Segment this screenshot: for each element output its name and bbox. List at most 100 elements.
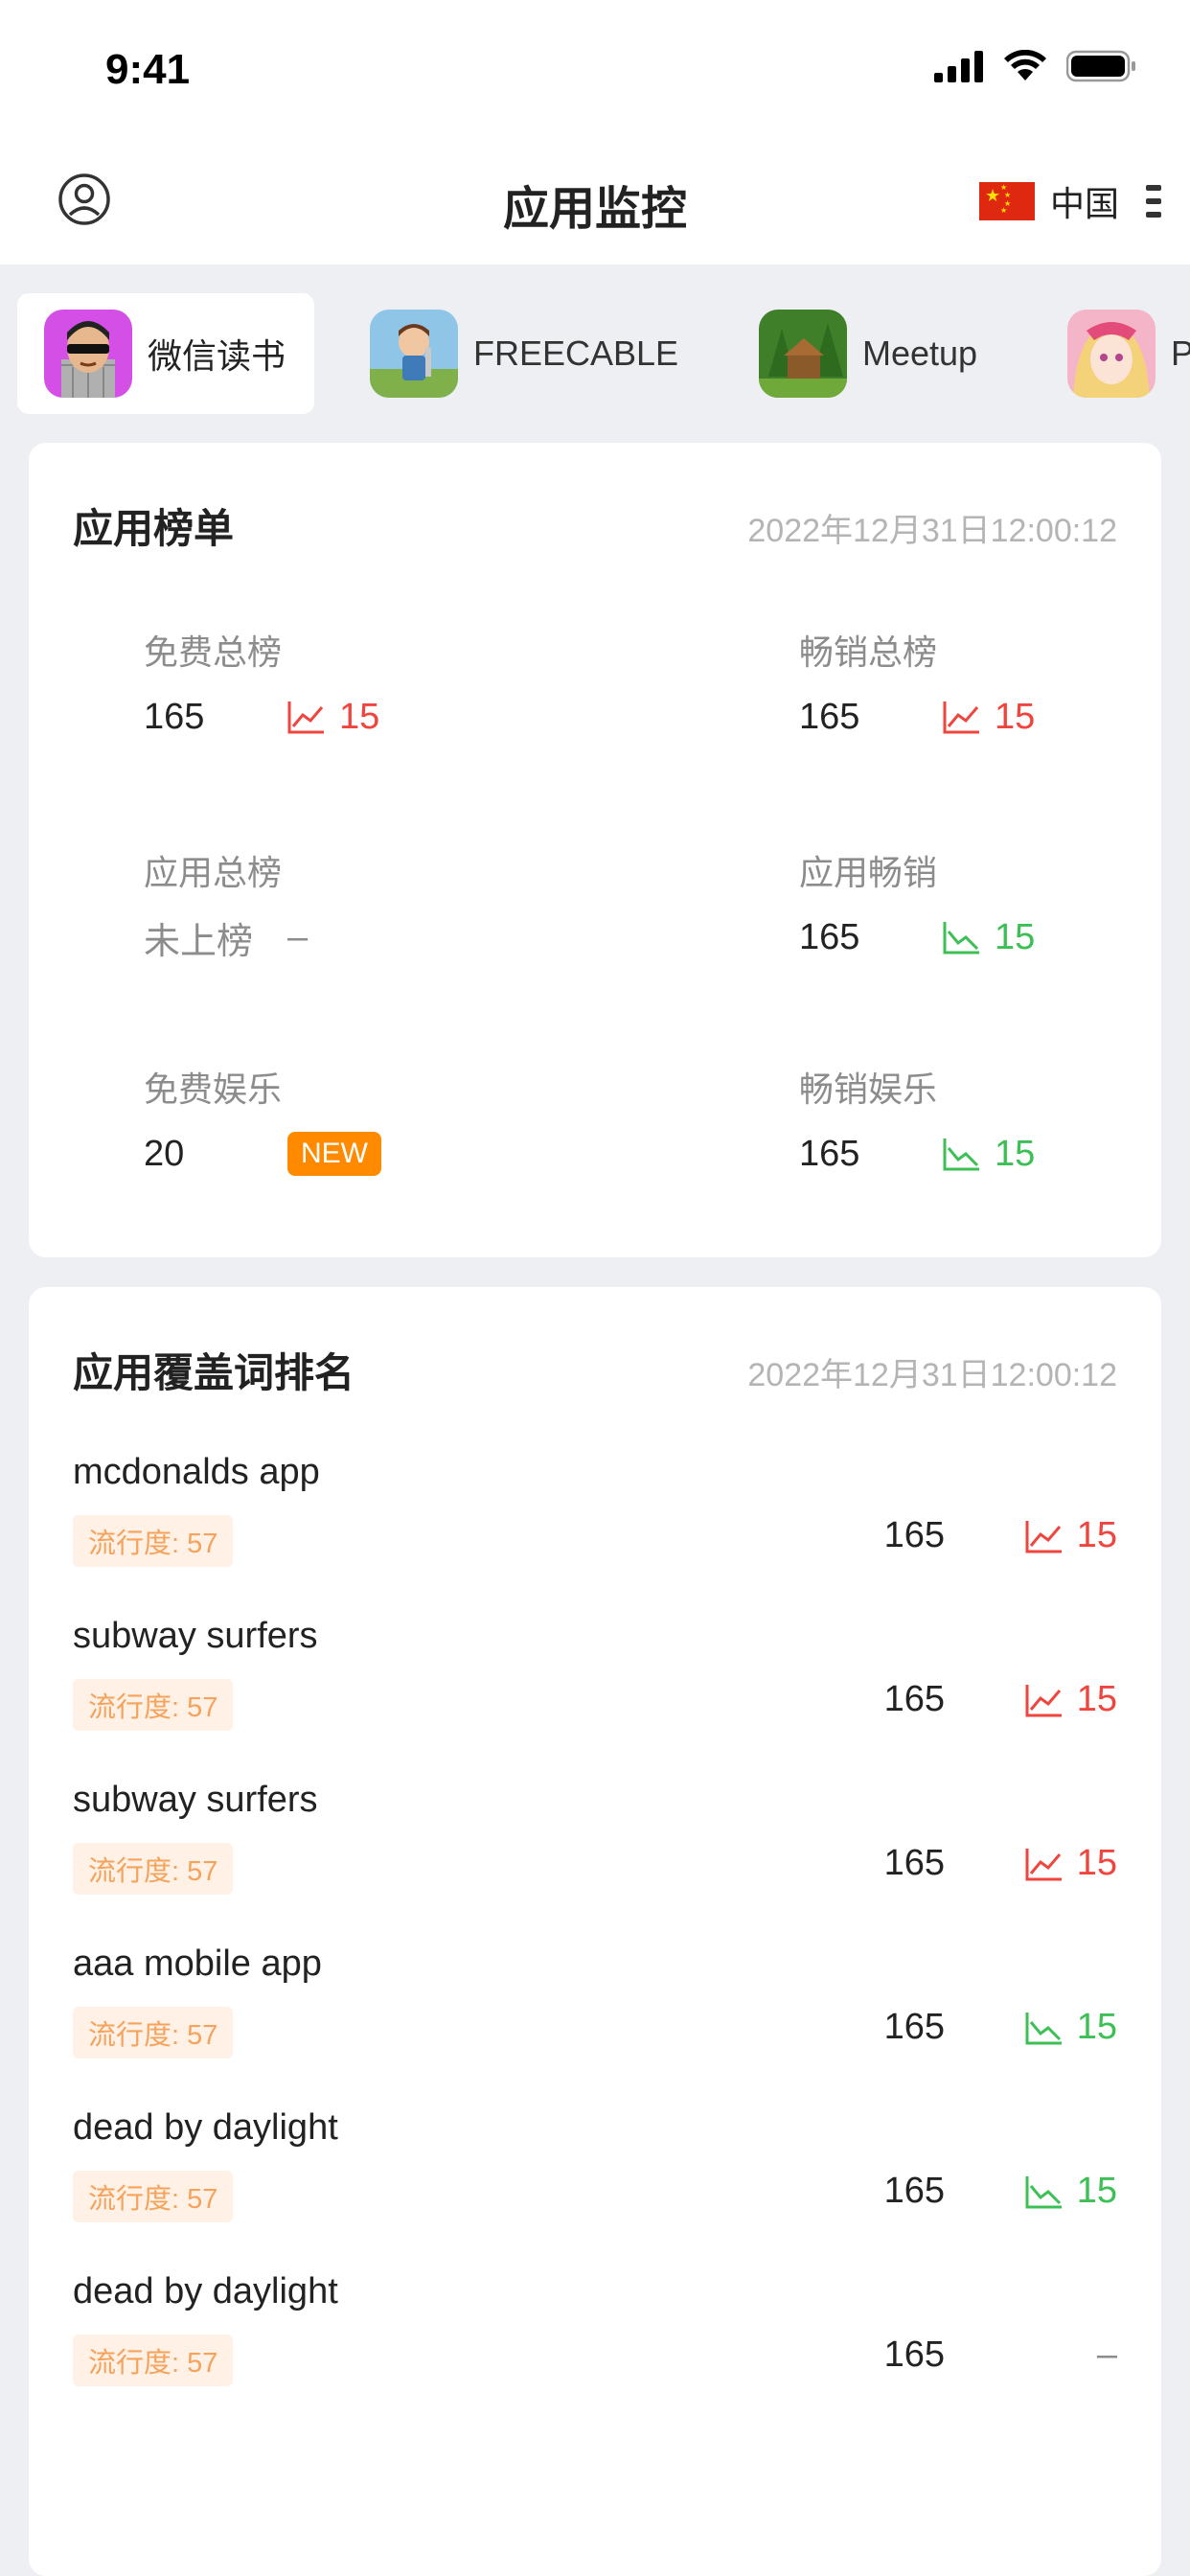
menu-icon[interactable] bbox=[1146, 185, 1161, 218]
tab-freecable[interactable]: FREECABLE bbox=[343, 293, 688, 414]
status-time: 9:41 bbox=[105, 46, 191, 93]
weread-app-icon bbox=[44, 310, 132, 398]
ranking-value: 165 bbox=[799, 696, 860, 737]
trend-up-icon bbox=[1025, 1520, 1062, 1552]
ranking-item[interactable]: 畅销总榜 165 15 bbox=[799, 625, 1035, 738]
trend-down: 15 bbox=[943, 1134, 1035, 1175]
trend-change: – bbox=[1096, 2334, 1117, 2375]
ranking-values: 165 15 bbox=[799, 696, 1035, 738]
keywords-card: 应用覆盖词排名 2022年12月31日12:00:12 mcdonalds ap… bbox=[29, 1287, 1161, 2576]
trend-change: 15 bbox=[1076, 1679, 1117, 1719]
ranking-name: 应用畅销 bbox=[799, 853, 938, 892]
tab-weread[interactable]: 微信读书 bbox=[17, 293, 314, 414]
trend-change: 15 bbox=[1076, 1515, 1117, 1555]
app-tabs: 微信读书 FREECABLE Meetup P bbox=[0, 264, 1190, 427]
trend-down-icon bbox=[943, 922, 979, 954]
keyword-name: dead by daylight bbox=[73, 2107, 338, 2148]
ranking-value: 未上榜 bbox=[144, 921, 254, 962]
tab-p[interactable]: P bbox=[1041, 293, 1190, 414]
keyword-item[interactable]: dead by daylight 流行度: 57 165 15 bbox=[73, 2107, 1117, 2251]
ranking-name: 畅销娱乐 bbox=[799, 1070, 938, 1109]
keyword-name: aaa mobile app bbox=[73, 1944, 322, 1984]
trend-none: – bbox=[287, 917, 308, 958]
ranking-value: 165 bbox=[144, 696, 205, 737]
trend-new: NEW bbox=[287, 1132, 381, 1176]
trend-down-icon bbox=[943, 1138, 979, 1171]
trend-change: 15 bbox=[1076, 2171, 1117, 2211]
trend-change: 15 bbox=[1076, 1843, 1117, 1883]
keywords-timestamp: 2022年12月31日12:00:12 bbox=[747, 1357, 1117, 1393]
keyword-name: dead by daylight bbox=[73, 2271, 338, 2312]
trend-change: 15 bbox=[995, 1133, 1036, 1174]
keyword-item[interactable]: dead by daylight 流行度: 57 165 – bbox=[73, 2271, 1117, 2415]
popularity-badge: 流行度: 57 bbox=[73, 2171, 234, 2222]
region-label: 中国 bbox=[1049, 184, 1119, 223]
keyword-item[interactable]: subway surfers 流行度: 57 165 15 bbox=[73, 1616, 1117, 1760]
popularity-badge: 流行度: 57 bbox=[73, 1679, 234, 1731]
china-flag-icon: ★ ★ ★ ★ ★ bbox=[978, 182, 1035, 220]
ranking-name: 免费总榜 bbox=[144, 632, 283, 672]
ranking-value: 165 bbox=[799, 916, 860, 957]
popularity-badge: 流行度: 57 bbox=[73, 2007, 234, 2058]
new-badge: NEW bbox=[287, 1132, 381, 1176]
keyword-rank: 165 bbox=[883, 2334, 945, 2375]
trend-down-icon bbox=[1025, 2012, 1062, 2044]
tab-label: Meetup bbox=[862, 334, 978, 373]
ranking-name: 应用总榜 bbox=[144, 853, 283, 892]
p-app-icon bbox=[1067, 310, 1156, 398]
trend-down: 15 bbox=[1012, 2007, 1117, 2048]
keyword-item[interactable]: mcdonalds app 流行度: 57 165 15 bbox=[73, 1452, 1117, 1596]
ranking-value: 165 bbox=[799, 1133, 860, 1174]
rankings-title: 应用榜单 bbox=[73, 506, 235, 551]
rankings-timestamp: 2022年12月31日12:00:12 bbox=[747, 513, 1117, 549]
keyword-name: subway surfers bbox=[73, 1780, 318, 1820]
popularity-badge: 流行度: 57 bbox=[73, 1515, 234, 1567]
ranking-item[interactable]: 应用畅销 165 15 bbox=[799, 845, 1035, 958]
status-bar: 9:41 bbox=[0, 0, 1190, 144]
trend-up: 15 bbox=[1012, 1679, 1117, 1720]
ranking-item[interactable]: 免费娱乐 20 NEW bbox=[144, 1062, 381, 1176]
ranking-name: 免费娱乐 bbox=[144, 1070, 283, 1109]
popularity-badge: 流行度: 57 bbox=[73, 2334, 234, 2386]
keyword-rank: 165 bbox=[883, 2007, 945, 2047]
ranking-item[interactable]: 免费总榜 165 15 bbox=[144, 625, 379, 738]
trend-change: 15 bbox=[995, 916, 1036, 957]
trend-up-icon bbox=[1025, 1684, 1062, 1716]
keywords-title: 应用覆盖词排名 bbox=[73, 1350, 355, 1395]
meetup-app-icon bbox=[759, 310, 847, 398]
trend-up: 15 bbox=[1012, 1843, 1117, 1884]
region-selector[interactable]: ★ ★ ★ ★ ★ 中国 bbox=[978, 176, 1161, 226]
tab-label: 微信读书 bbox=[148, 336, 286, 376]
ranking-item[interactable]: 应用总榜未上榜 – bbox=[144, 845, 308, 962]
trend-change: 15 bbox=[1076, 2007, 1117, 2047]
ranking-values: 165 15 bbox=[799, 1133, 1035, 1175]
trend-up: 15 bbox=[943, 697, 1035, 738]
tab-meetup[interactable]: Meetup bbox=[732, 293, 1019, 414]
keyword-rank: 165 bbox=[883, 2171, 945, 2211]
ranking-values: 165 15 bbox=[144, 696, 379, 738]
battery-icon bbox=[1066, 50, 1135, 82]
keyword-name: mcdonalds app bbox=[73, 1452, 320, 1492]
tab-label: P bbox=[1171, 334, 1190, 373]
ranking-values: 20 NEW bbox=[144, 1132, 381, 1176]
ranking-values: 未上榜 – bbox=[144, 916, 308, 962]
keyword-rank: 165 bbox=[883, 1515, 945, 1555]
freecable-app-icon bbox=[370, 310, 458, 398]
trend-change: 15 bbox=[995, 696, 1036, 737]
ranking-name: 畅销总榜 bbox=[799, 632, 938, 672]
keyword-name: subway surfers bbox=[73, 1616, 318, 1656]
keyword-item[interactable]: aaa mobile app 流行度: 57 165 15 bbox=[73, 1944, 1117, 2087]
trend-change: 15 bbox=[339, 696, 380, 737]
keyword-item[interactable]: subway surfers 流行度: 57 165 15 bbox=[73, 1780, 1117, 1923]
ranking-value: 20 bbox=[144, 1133, 185, 1174]
trend-up: 15 bbox=[1012, 1515, 1117, 1556]
ranking-item[interactable]: 畅销娱乐 165 15 bbox=[799, 1062, 1035, 1175]
keyword-rank: 165 bbox=[883, 1679, 945, 1719]
popularity-badge: 流行度: 57 bbox=[73, 1843, 234, 1895]
trend-down: 15 bbox=[943, 917, 1035, 958]
wifi-icon bbox=[1004, 50, 1046, 80]
trend-down-icon bbox=[1025, 2175, 1062, 2208]
keyword-rank: 165 bbox=[883, 1843, 945, 1883]
rankings-card: 应用榜单 2022年12月31日12:00:12 免费总榜 165 15 畅销总榜 16… bbox=[29, 443, 1161, 1257]
trend-change: – bbox=[287, 916, 309, 957]
